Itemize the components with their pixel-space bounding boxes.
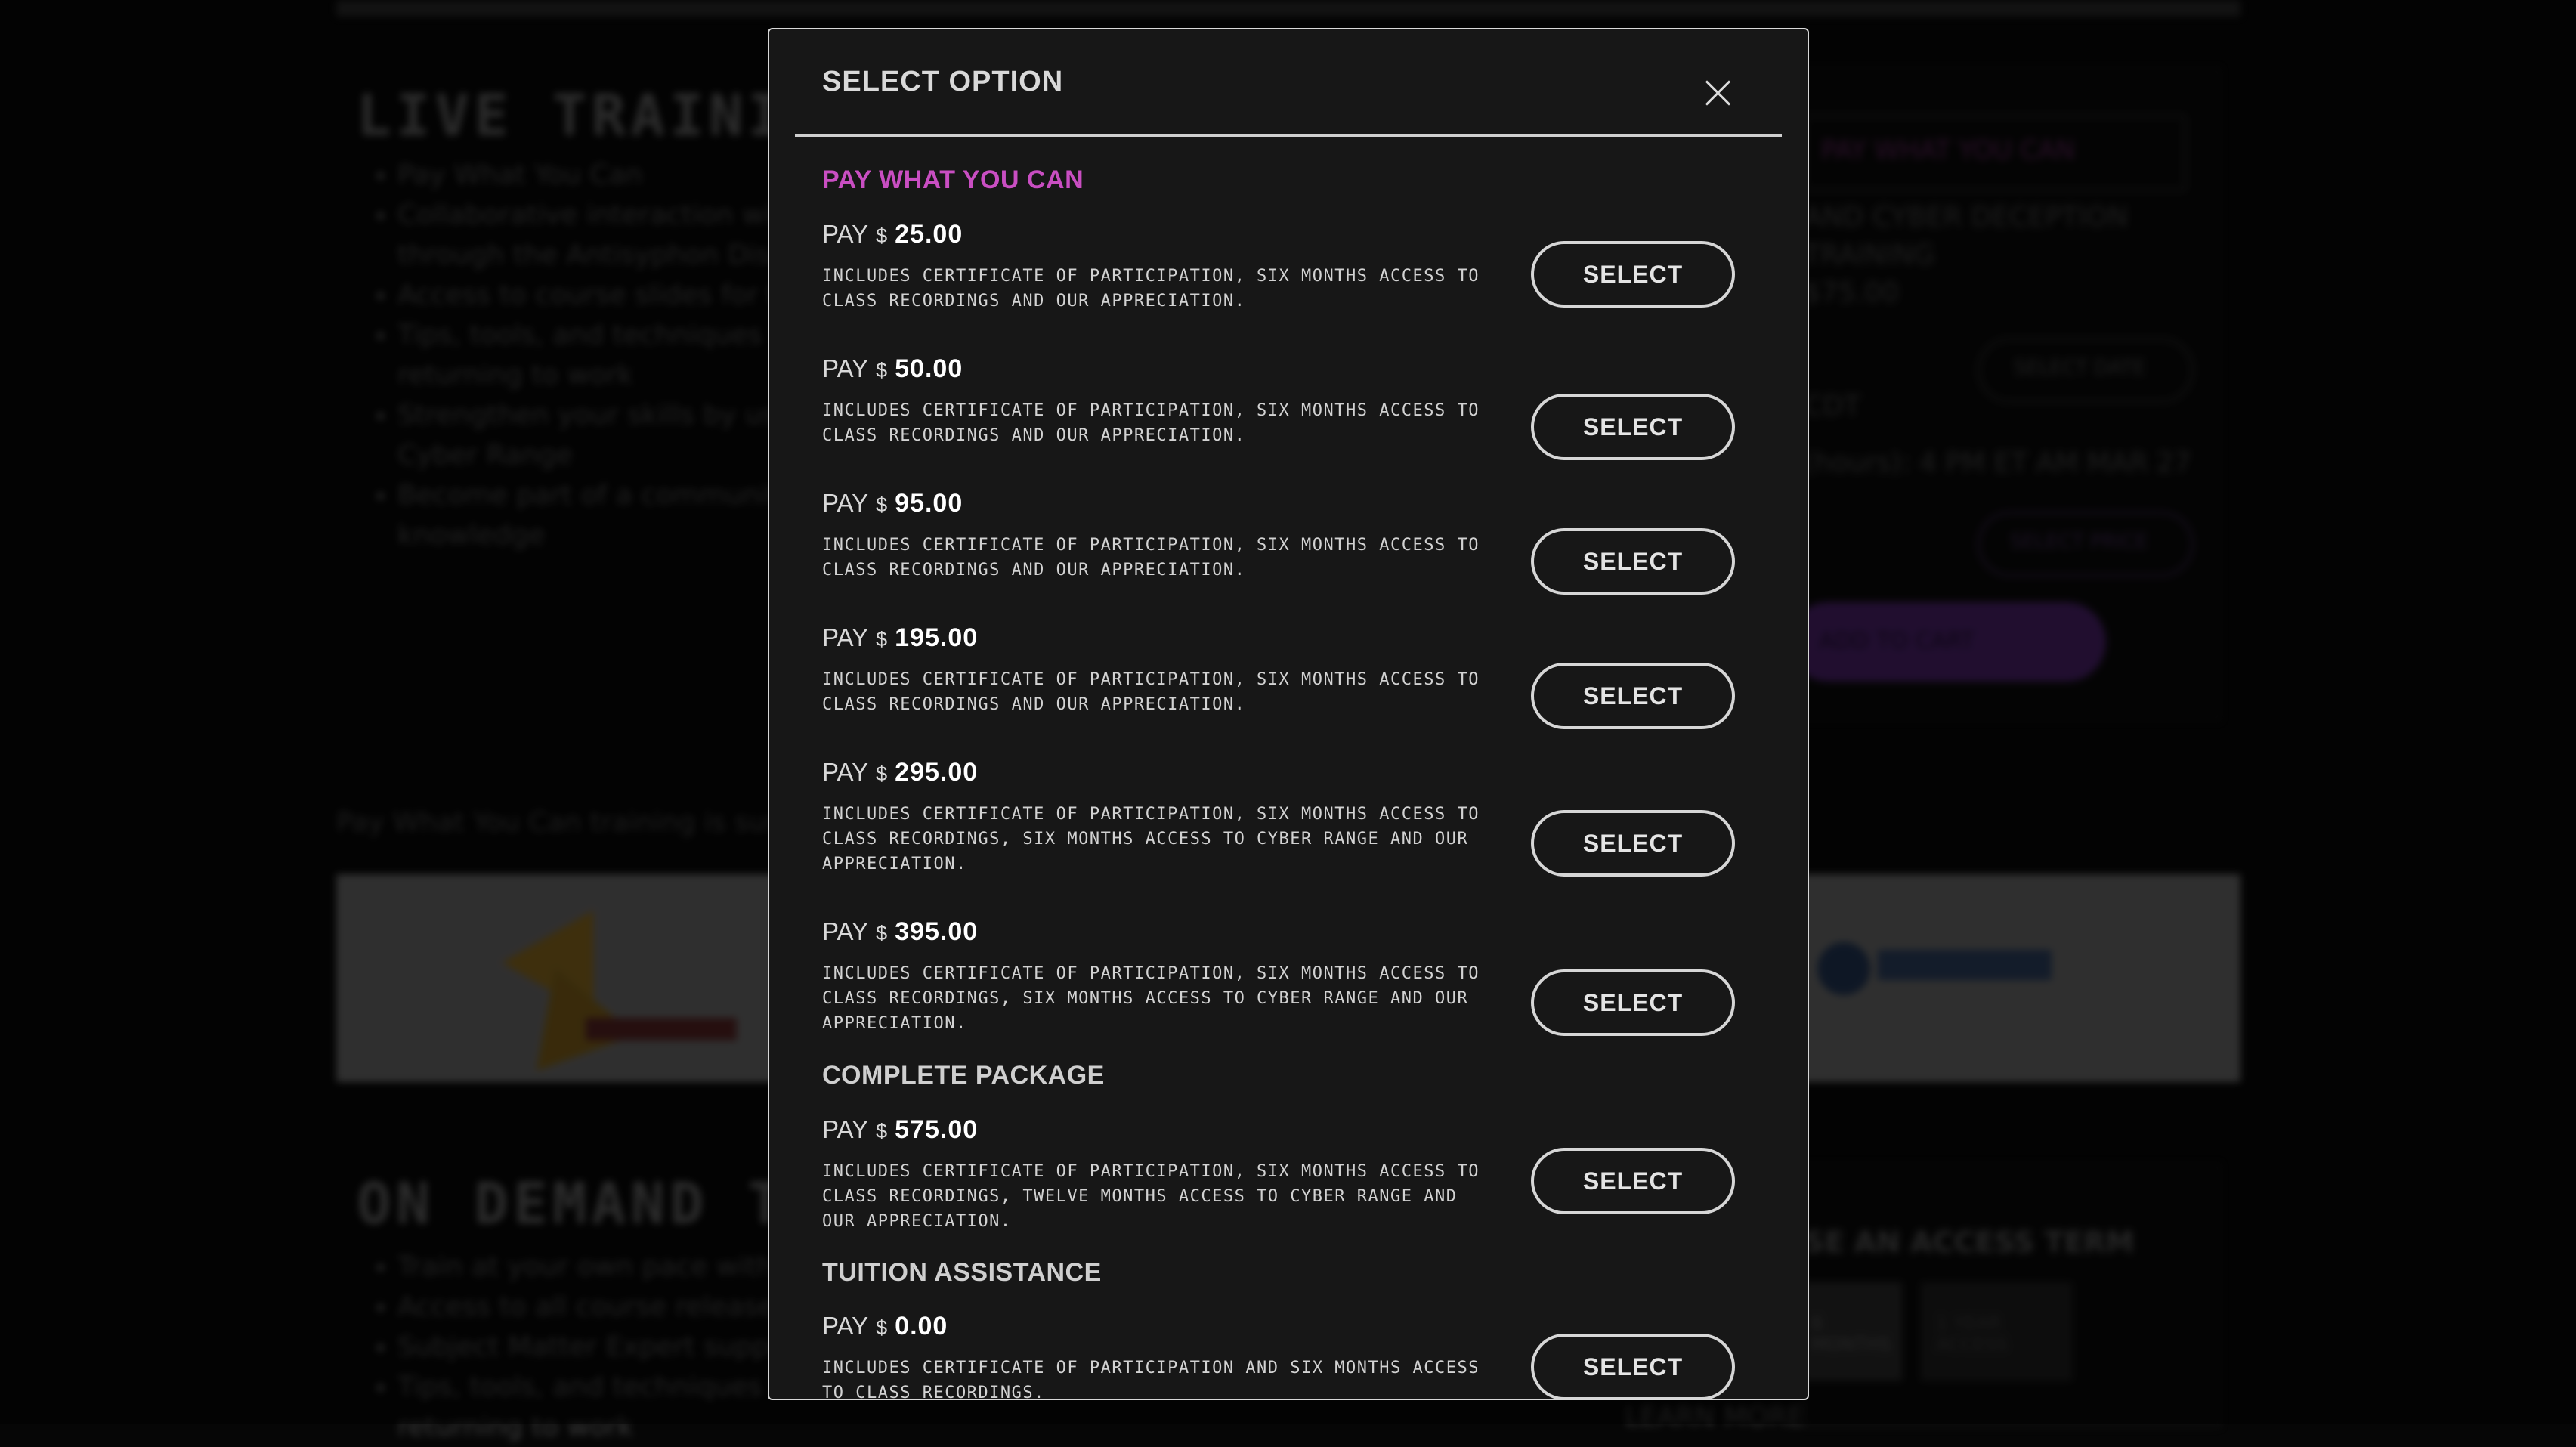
modal-header: SELECT OPTION bbox=[795, 29, 1782, 137]
currency-symbol: $ bbox=[876, 628, 888, 651]
price-line: PAY $0.00 bbox=[822, 1312, 948, 1341]
pay-label: PAY bbox=[822, 354, 869, 382]
select-button[interactable]: SELECT bbox=[1531, 528, 1735, 595]
pay-label: PAY bbox=[822, 1312, 869, 1340]
option-description: INCLUDES CERTIFICATE OF PARTICIPATION, S… bbox=[822, 670, 1480, 714]
select-button[interactable]: SELECT bbox=[1531, 969, 1735, 1036]
option-description: INCLUDES CERTIFICATE OF PARTICIPATION, S… bbox=[822, 805, 1480, 873]
price-line: PAY $575.00 bbox=[822, 1115, 978, 1145]
pay-label: PAY bbox=[822, 489, 869, 517]
price-amount: 25.00 bbox=[895, 220, 963, 249]
currency-symbol: $ bbox=[876, 1316, 888, 1339]
pay-label: PAY bbox=[822, 1115, 869, 1143]
section-heading-tuition-assistance: TUITION ASSISTANCE bbox=[822, 1258, 1102, 1287]
price-amount: 50.00 bbox=[895, 354, 963, 383]
pay-label: PAY bbox=[822, 917, 869, 945]
pay-label: PAY bbox=[822, 758, 869, 786]
option-description: INCLUDES CERTIFICATE OF PARTICIPATION AN… bbox=[822, 1359, 1480, 1400]
modal-title: SELECT OPTION bbox=[822, 66, 1064, 97]
price-amount: 575.00 bbox=[895, 1115, 979, 1144]
currency-symbol: $ bbox=[876, 922, 888, 945]
select-button[interactable]: SELECT bbox=[1531, 810, 1735, 877]
option-description: INCLUDES CERTIFICATE OF PARTICIPATION, S… bbox=[822, 536, 1480, 580]
section-heading-complete-package: COMPLETE PACKAGE bbox=[822, 1061, 1105, 1090]
option-description: INCLUDES CERTIFICATE OF PARTICIPATION, S… bbox=[822, 1162, 1480, 1231]
price-amount: 295.00 bbox=[895, 758, 979, 787]
currency-symbol: $ bbox=[876, 493, 888, 516]
price-amount: 0.00 bbox=[895, 1312, 948, 1340]
option-description: INCLUDES CERTIFICATE OF PARTICIPATION, S… bbox=[822, 267, 1480, 311]
price-line: PAY $50.00 bbox=[822, 354, 963, 384]
currency-symbol: $ bbox=[876, 359, 888, 382]
price-amount: 395.00 bbox=[895, 917, 979, 946]
select-button[interactable]: SELECT bbox=[1531, 394, 1735, 460]
price-line: PAY $25.00 bbox=[822, 220, 963, 249]
pay-label: PAY bbox=[822, 220, 869, 248]
price-amount: 195.00 bbox=[895, 623, 979, 652]
select-button[interactable]: SELECT bbox=[1531, 241, 1735, 308]
price-line: PAY $95.00 bbox=[822, 489, 963, 518]
select-button[interactable]: SELECT bbox=[1531, 1148, 1735, 1214]
price-amount: 95.00 bbox=[895, 489, 963, 518]
pay-label: PAY bbox=[822, 623, 869, 651]
option-description: INCLUDES CERTIFICATE OF PARTICIPATION, S… bbox=[822, 964, 1480, 1033]
currency-symbol: $ bbox=[876, 1120, 888, 1142]
option-description: INCLUDES CERTIFICATE OF PARTICIPATION, S… bbox=[822, 401, 1480, 445]
section-heading-pay-what-you-can: PAY WHAT YOU CAN bbox=[822, 165, 1084, 194]
select-button[interactable]: SELECT bbox=[1531, 663, 1735, 729]
price-line: PAY $195.00 bbox=[822, 623, 978, 653]
select-button[interactable]: SELECT bbox=[1531, 1334, 1735, 1399]
close-icon[interactable] bbox=[1705, 79, 1732, 107]
price-line: PAY $395.00 bbox=[822, 917, 978, 947]
price-line: PAY $295.00 bbox=[822, 758, 978, 787]
currency-symbol: $ bbox=[876, 762, 888, 785]
currency-symbol: $ bbox=[876, 224, 888, 247]
select-option-modal: SELECT OPTION PAY WHAT YOU CAN PAY $25.00… bbox=[768, 28, 1809, 1400]
